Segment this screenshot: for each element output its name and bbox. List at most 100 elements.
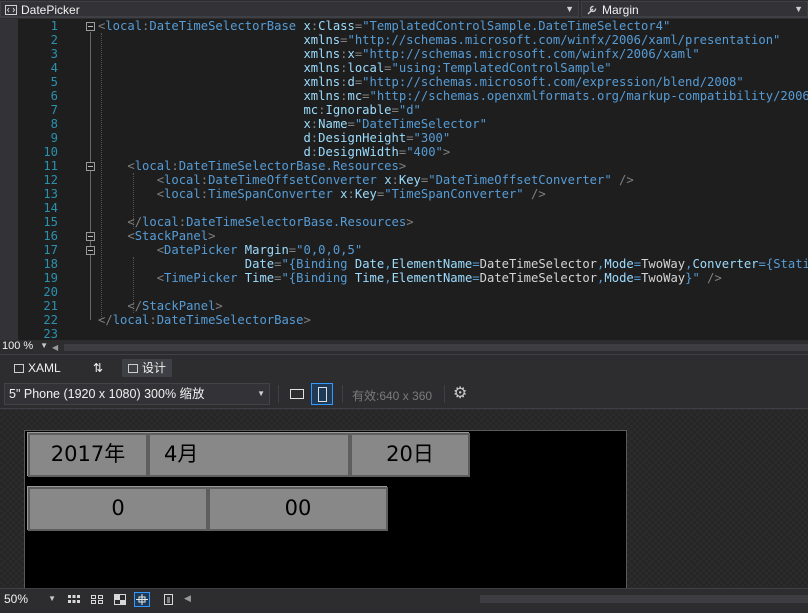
- date-picker[interactable]: 2017年 4月 20日: [27, 432, 470, 477]
- show-grid-icon[interactable]: [66, 592, 82, 607]
- line-number: 14: [43, 201, 58, 215]
- project-code-icon[interactable]: [160, 592, 176, 607]
- tab-xaml[interactable]: XAML: [10, 359, 65, 377]
- navigation-bar: DatePicker ▼ Margin ▼: [0, 0, 808, 18]
- design-artboard[interactable]: 2017年 4月 20日 0 00: [24, 430, 627, 588]
- collapse-region-button[interactable]: [86, 162, 95, 171]
- date-picker-year[interactable]: 2017年: [28, 433, 148, 477]
- toolbar-separator: [444, 385, 445, 403]
- swap-panes-icon: ⇅: [92, 361, 104, 375]
- collapse-region-button[interactable]: [86, 22, 95, 31]
- line-number: 3: [50, 47, 58, 61]
- device-preview-dropdown[interactable]: 5" Phone (1920 x 1080) 300% 缩放 ▼: [4, 383, 270, 405]
- designer-toolbar: 5" Phone (1920 x 1080) 300% 缩放 ▼ 有效:640 …: [0, 379, 808, 409]
- xaml-code-editor[interactable]: 1 2 3 4 5 6 7 8 9 10 11 12 13 14 15 16 1…: [0, 19, 808, 340]
- portrait-orientation-button[interactable]: [311, 383, 333, 405]
- line-number: 8: [50, 117, 58, 131]
- wrench-icon: [586, 4, 598, 15]
- line-number: 7: [50, 103, 58, 117]
- chevron-down-icon: ▼: [48, 594, 56, 603]
- collapse-region-button[interactable]: [86, 232, 95, 241]
- code-line-5: xmlns:d="http://schemas.microsoft.com/ex…: [303, 75, 744, 89]
- tab-design[interactable]: 设计: [122, 359, 173, 377]
- designer-status-bar: 50% ▼ ◀: [0, 588, 808, 609]
- date-picker-day[interactable]: 20日: [350, 433, 470, 477]
- design-surface: 2017年 4月 20日 0 00: [0, 410, 808, 588]
- code-line-18: Date="{Binding Date,ElementName=DateTime…: [244, 257, 808, 271]
- indicator-margin: [0, 19, 18, 340]
- designer-zoom-value: 50%: [4, 592, 29, 606]
- device-preview-value: 5" Phone (1920 x 1080) 300% 缩放: [9, 387, 205, 401]
- member-navigator-dropdown[interactable]: Margin ▼: [581, 1, 808, 17]
- code-line-1: <local:DateTimeSelectorBase x:Class="Tem…: [98, 19, 671, 33]
- code-line-21: </StackPanel>: [127, 299, 223, 313]
- code-line-19: <TimePicker Time="{Binding Time,ElementN…: [156, 271, 722, 285]
- code-line-6: xmlns:mc="http://schemas.openxmlformats.…: [303, 89, 808, 103]
- line-number: 13: [43, 187, 58, 201]
- xaml-element-icon: [5, 4, 17, 15]
- time-picker-minute[interactable]: 00: [208, 487, 388, 531]
- snap-to-grid-icon[interactable]: [89, 592, 105, 607]
- code-line-9: d:DesignHeight="300": [303, 131, 451, 145]
- time-picker[interactable]: 0 00: [27, 486, 388, 531]
- time-picker-hour[interactable]: 0: [28, 487, 208, 531]
- line-number: 6: [50, 89, 58, 103]
- line-number: 12: [43, 173, 58, 187]
- code-line-22: </local:DateTimeSelectorBase>: [98, 313, 311, 327]
- month-value: 4月: [164, 442, 199, 466]
- tab-xaml-label: XAML: [28, 361, 61, 375]
- line-number: 10: [43, 145, 58, 159]
- hour-value: 0: [111, 496, 125, 520]
- code-line-11: <local:DateTimeSelectorBase.Resources>: [127, 159, 407, 173]
- landscape-icon: [290, 389, 304, 399]
- date-picker-month[interactable]: 4月: [148, 433, 350, 477]
- code-line-3: xmlns:x="http://schemas.microsoft.com/wi…: [303, 47, 700, 61]
- scroll-left-arrow-icon[interactable]: ◀: [184, 593, 191, 604]
- line-number: 20: [43, 285, 58, 299]
- artboard-background-icon[interactable]: [112, 592, 128, 607]
- minute-value: 00: [284, 496, 312, 520]
- effective-size-label: 有效:640 x 360: [352, 389, 433, 403]
- landscape-orientation-button[interactable]: [286, 383, 308, 405]
- tab-design-label: 设计: [142, 361, 167, 375]
- code-line-15: </local:DateTimeSelectorBase.Resources>: [127, 215, 414, 229]
- element-navigator-label: DatePicker: [21, 3, 80, 17]
- line-number: 19: [43, 271, 58, 285]
- editor-zoom-value: 100 %: [2, 340, 34, 352]
- chevron-down-icon: ▼: [794, 4, 803, 14]
- line-number: 22: [43, 313, 58, 327]
- code-line-13: <local:TimeSpanConverter x:Key="TimeSpan…: [156, 187, 546, 201]
- portrait-icon: [318, 387, 327, 402]
- line-number: 21: [43, 299, 58, 313]
- snap-to-snaplines-icon[interactable]: [134, 592, 150, 607]
- line-number: 15: [43, 215, 58, 229]
- editor-zoom-dropdown[interactable]: 100 % ▼: [2, 340, 48, 354]
- collapse-region-button[interactable]: [86, 246, 95, 255]
- line-number: 16: [43, 229, 58, 243]
- code-line-17: <DatePicker Margin="0,0,0,5": [156, 243, 363, 257]
- swap-panes-button[interactable]: ⇅: [88, 359, 108, 377]
- line-number: 4: [50, 61, 58, 75]
- day-value: 20日: [386, 442, 434, 466]
- gear-icon[interactable]: ⚙: [453, 386, 469, 402]
- design-pane-icon: [128, 364, 138, 373]
- line-number: 2: [50, 33, 58, 47]
- code-line-2: xmlns="http://schemas.microsoft.com/winf…: [303, 33, 781, 47]
- member-navigator-label: Margin: [602, 3, 639, 17]
- window-bottom-edge: [0, 609, 808, 613]
- line-number: 9: [50, 131, 58, 145]
- line-number: 17: [43, 243, 58, 257]
- designer-horizontal-scrollbar-thumb[interactable]: [480, 595, 808, 603]
- designer-zoom-dropdown[interactable]: 50% ▼: [4, 592, 58, 607]
- scroll-left-arrow-icon[interactable]: ◀: [52, 343, 58, 352]
- line-number: 11: [43, 159, 58, 173]
- element-navigator-dropdown[interactable]: DatePicker ▼: [0, 1, 579, 17]
- line-number: 18: [43, 257, 58, 271]
- line-number: 23: [43, 327, 58, 340]
- toolbar-separator: [278, 385, 279, 403]
- chevron-down-icon: ▼: [565, 4, 574, 14]
- code-line-16: <StackPanel>: [127, 229, 216, 243]
- editor-horizontal-scrollbar-thumb[interactable]: [64, 344, 808, 351]
- chevron-down-icon: ▼: [40, 341, 48, 350]
- code-line-7: mc:Ignorable="d": [303, 103, 421, 117]
